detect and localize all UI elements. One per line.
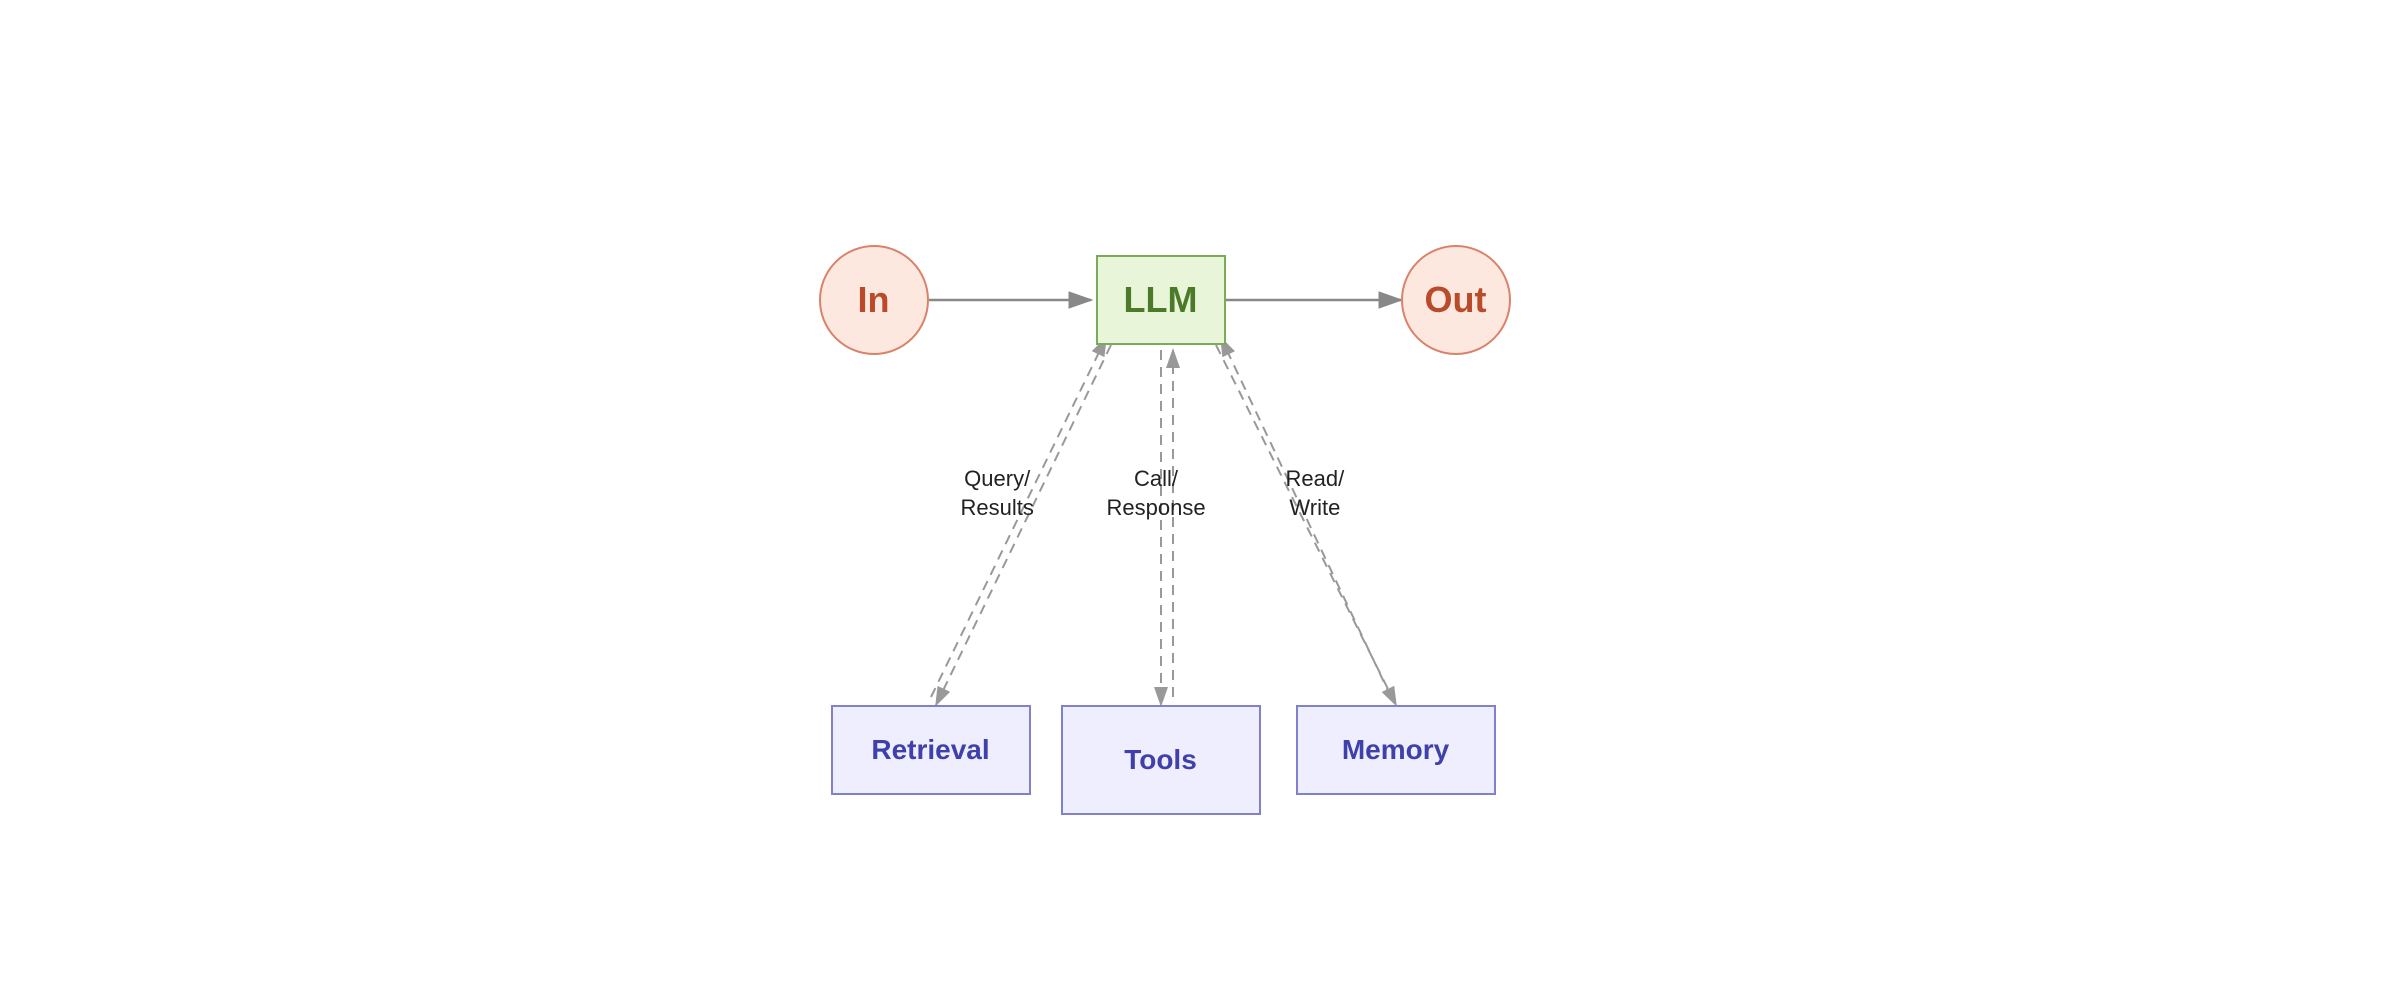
in-node: In: [819, 245, 929, 355]
read-write-label: Read/Write: [1286, 465, 1345, 522]
retrieval-label: Retrieval: [871, 734, 989, 766]
call-response-label: Call/Response: [1107, 465, 1206, 522]
memory-node: Memory: [1296, 705, 1496, 795]
llm-node: LLM: [1096, 255, 1226, 345]
diagram-container: In LLM Out Query/Results Call/Response R…: [601, 125, 1801, 875]
retrieval-node: Retrieval: [831, 705, 1031, 795]
query-results-label: Query/Results: [961, 465, 1034, 522]
out-node: Out: [1401, 245, 1511, 355]
memory-label: Memory: [1342, 734, 1449, 766]
out-label: Out: [1425, 279, 1487, 321]
tools-node: Tools: [1061, 705, 1261, 815]
llm-label: LLM: [1124, 279, 1198, 321]
in-label: In: [858, 279, 890, 321]
tools-label: Tools: [1124, 744, 1197, 776]
